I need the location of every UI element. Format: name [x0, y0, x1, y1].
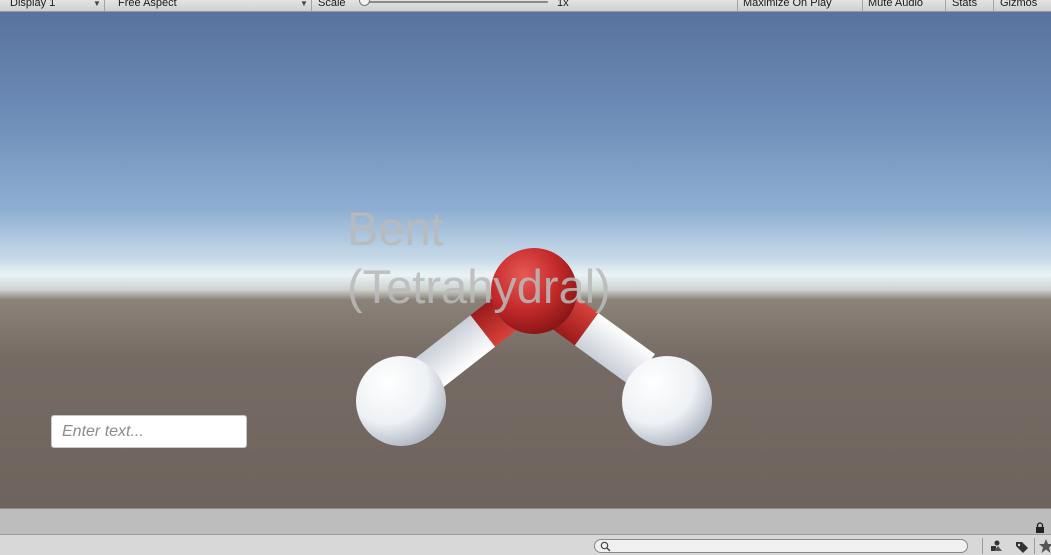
toolbar-divider — [737, 0, 738, 11]
bottom-toolbar — [0, 534, 1051, 555]
toolbar-divider — [104, 0, 105, 11]
toolbar-divider — [993, 0, 994, 11]
toolbar-divider — [982, 538, 983, 554]
layers-icon[interactable] — [988, 538, 1004, 554]
display-dropdown[interactable]: Display 1 — [10, 0, 55, 11]
mute-audio-toggle[interactable]: Mute Audio — [868, 0, 923, 11]
aspect-dropdown-arrow-icon[interactable]: ▼ — [300, 0, 308, 11]
lock-icon[interactable] — [1035, 522, 1045, 533]
gizmos-dropdown[interactable]: Gizmos — [1000, 0, 1037, 11]
search-icon — [600, 541, 611, 552]
status-bar — [0, 508, 1051, 535]
scale-label: Scale — [318, 0, 346, 9]
aspect-dropdown[interactable]: Free Aspect — [118, 0, 177, 11]
toolbar-divider — [311, 0, 312, 11]
hydrogen-atom-right — [622, 356, 712, 446]
display-dropdown-arrow-icon[interactable]: ▼ — [93, 0, 101, 11]
toolbar-divider — [945, 0, 946, 11]
molecular-geometry-label: Bent (Tetrahydral) — [347, 202, 611, 313]
scale-value: 1x — [557, 0, 569, 9]
scale-slider[interactable] — [365, 1, 548, 3]
maximize-on-play-toggle[interactable]: Maximize On Play — [743, 0, 832, 11]
tag-icon[interactable] — [1014, 538, 1030, 554]
star-icon[interactable] — [1038, 538, 1051, 554]
stats-toggle[interactable]: Stats — [952, 0, 977, 11]
search-field[interactable] — [594, 539, 968, 553]
game-view-toolbar: Display 1 ▼ Free Aspect ▼ Scale 1x Maxim… — [0, 0, 1051, 12]
hydrogen-atom-left — [356, 356, 446, 446]
toolbar-divider — [862, 0, 863, 11]
toolbar-divider — [1034, 538, 1035, 554]
scale-slider-thumb[interactable] — [359, 0, 370, 6]
game-viewport: Bent (Tetrahydral) — [0, 12, 1051, 508]
